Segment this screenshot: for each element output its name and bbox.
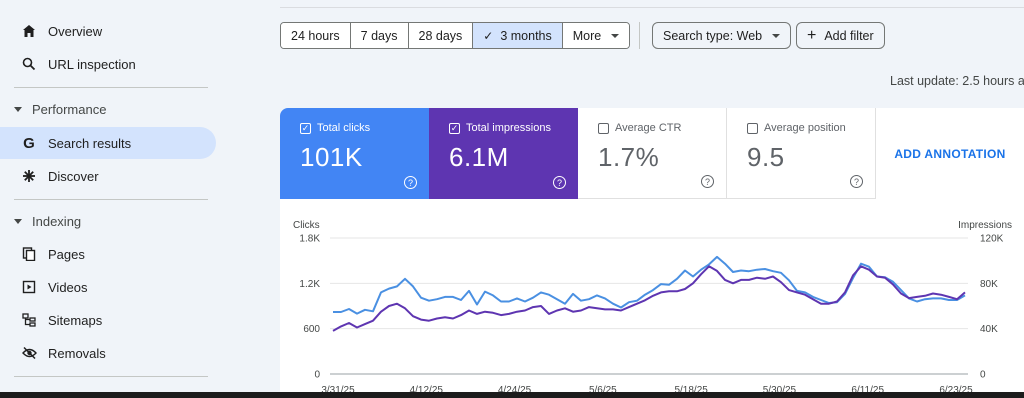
range-label: More bbox=[572, 28, 602, 43]
metric-value: 1.7% bbox=[598, 142, 660, 172]
range-more-dropdown[interactable]: More bbox=[562, 23, 630, 48]
metric-total-impressions[interactable]: ✓ Total impressions 6.1M ? bbox=[429, 108, 578, 199]
metric-label: Total impressions bbox=[466, 122, 551, 134]
section-label: Performance bbox=[32, 101, 107, 117]
checkbox-unchecked-icon[interactable] bbox=[598, 122, 609, 134]
sidebar-item-label: Search results bbox=[48, 135, 132, 151]
range-3-months[interactable]: ✓ 3 months bbox=[473, 23, 563, 48]
left-tick-label: 1.2K bbox=[299, 279, 320, 290]
google-g-icon: G bbox=[23, 134, 35, 152]
sidebar-divider bbox=[14, 376, 208, 377]
series-line-impressions bbox=[332, 265, 966, 332]
range-28-days[interactable]: 28 days bbox=[408, 23, 474, 48]
video-page-icon bbox=[20, 278, 38, 296]
sidebar-nav: Overview URL inspection Performance G Se… bbox=[0, 0, 228, 398]
help-icon[interactable]: ? bbox=[850, 175, 863, 188]
add-annotation-button[interactable]: ADD ANNOTATION bbox=[876, 108, 1024, 199]
right-tick-label: 80K bbox=[980, 279, 998, 290]
metric-value: 9.5 bbox=[747, 142, 785, 172]
sidebar-item-pages[interactable]: Pages bbox=[0, 238, 216, 270]
right-tick-label: 120K bbox=[980, 234, 1004, 245]
right-tick-label: 0 bbox=[980, 370, 986, 381]
search-type-label: Search type: Web bbox=[663, 28, 763, 43]
sidebar-item-label: Discover bbox=[48, 168, 99, 184]
sidebar-item-label: URL inspection bbox=[48, 56, 136, 72]
sidebar-item-search-results[interactable]: G Search results bbox=[0, 127, 216, 159]
search-type-dropdown[interactable]: Search type: Web bbox=[652, 22, 792, 49]
left-tick-label: 1.8K bbox=[299, 234, 320, 245]
left-tick-label: 0 bbox=[314, 370, 320, 381]
sidebar-item-videos[interactable]: Videos bbox=[0, 271, 216, 303]
pages-icon bbox=[20, 245, 38, 263]
sidebar-item-label: Removals bbox=[48, 345, 106, 361]
checkmark-icon: ✓ bbox=[483, 28, 494, 43]
checkbox-checked-icon[interactable]: ✓ bbox=[300, 122, 311, 134]
filter-separator bbox=[639, 22, 640, 49]
sidebar-item-url-inspection[interactable]: URL inspection bbox=[0, 48, 216, 80]
search-icon bbox=[20, 55, 38, 73]
sidebar-item-label: Pages bbox=[48, 246, 85, 262]
sidebar-divider bbox=[14, 199, 208, 200]
help-icon[interactable]: ? bbox=[553, 176, 566, 189]
section-performance[interactable]: Performance bbox=[0, 96, 216, 122]
last-update-text: Last update: 2.5 hours ac bbox=[890, 74, 1024, 88]
checkbox-unchecked-icon[interactable] bbox=[747, 122, 758, 134]
range-label: 3 months bbox=[500, 28, 552, 43]
dropdown-arrow-icon bbox=[772, 33, 781, 38]
performance-card: ✓ Total clicks 101K ? ✓ Total impression… bbox=[280, 108, 1024, 398]
home-icon bbox=[20, 22, 38, 40]
sitemap-icon bbox=[20, 311, 38, 329]
right-axis-label: Impressions bbox=[958, 220, 1012, 231]
caret-down-icon bbox=[14, 106, 22, 112]
metric-average-position[interactable]: Average position 9.5 ? bbox=[727, 108, 876, 199]
sidebar-item-removals[interactable]: Removals bbox=[0, 337, 216, 369]
dropdown-arrow-icon bbox=[611, 33, 620, 38]
left-tick-label: 600 bbox=[303, 324, 320, 335]
left-axis-label: Clicks bbox=[293, 220, 320, 231]
os-taskbar bbox=[0, 392, 1024, 398]
sidebar-divider bbox=[14, 87, 208, 88]
add-filter-label: Add filter bbox=[824, 28, 874, 43]
sidebar-item-sitemaps[interactable]: Sitemaps bbox=[0, 304, 216, 336]
metric-value: 6.1M bbox=[449, 142, 509, 172]
sidebar-item-label: Sitemaps bbox=[48, 312, 103, 328]
sidebar-item-discover[interactable]: Discover bbox=[0, 160, 216, 192]
metric-value: 101K bbox=[300, 142, 363, 172]
section-indexing[interactable]: Indexing bbox=[0, 208, 216, 234]
help-icon[interactable]: ? bbox=[404, 176, 417, 189]
eye-off-icon bbox=[20, 344, 38, 362]
checkbox-checked-icon[interactable]: ✓ bbox=[449, 122, 460, 134]
section-label: Indexing bbox=[32, 213, 82, 229]
metric-average-ctr[interactable]: Average CTR 1.7% ? bbox=[578, 108, 727, 199]
right-tick-label: 40K bbox=[980, 324, 998, 335]
series-line-clicks bbox=[333, 255, 966, 315]
range-24-hours[interactable]: 24 hours bbox=[281, 23, 351, 48]
metric-label: Average CTR bbox=[615, 122, 682, 134]
metric-total-clicks[interactable]: ✓ Total clicks 101K ? bbox=[280, 108, 429, 199]
metric-label: Total clicks bbox=[317, 122, 371, 134]
metric-label: Average position bbox=[764, 122, 846, 134]
performance-line-chart: Clicks Impressions 0 0 600 40K 1.2K 80K 1.8K 12… bbox=[293, 220, 1012, 396]
sidebar-item-overview[interactable]: Overview bbox=[0, 15, 216, 47]
header-divider bbox=[280, 7, 1024, 8]
asterisk-icon bbox=[20, 167, 38, 185]
date-range-selector: 24 hours 7 days 28 days ✓ 3 months More bbox=[280, 22, 631, 49]
sidebar-item-label: Videos bbox=[48, 279, 88, 295]
plus-icon: + bbox=[807, 26, 817, 44]
range-7-days[interactable]: 7 days bbox=[350, 23, 409, 48]
add-filter-button[interactable]: + Add filter bbox=[796, 22, 885, 49]
caret-down-icon bbox=[14, 218, 22, 224]
sidebar-item-label: Overview bbox=[48, 23, 103, 39]
help-icon[interactable]: ? bbox=[701, 175, 714, 188]
